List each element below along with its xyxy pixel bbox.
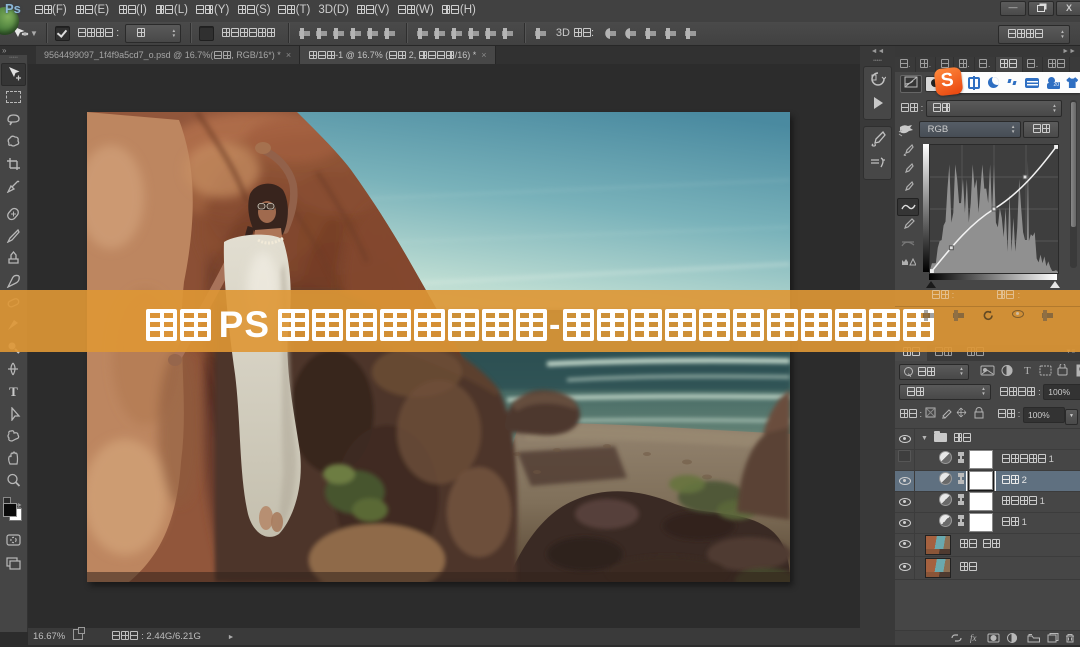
svg-text:fx: fx (970, 633, 977, 643)
svg-text:T: T (1024, 365, 1031, 377)
